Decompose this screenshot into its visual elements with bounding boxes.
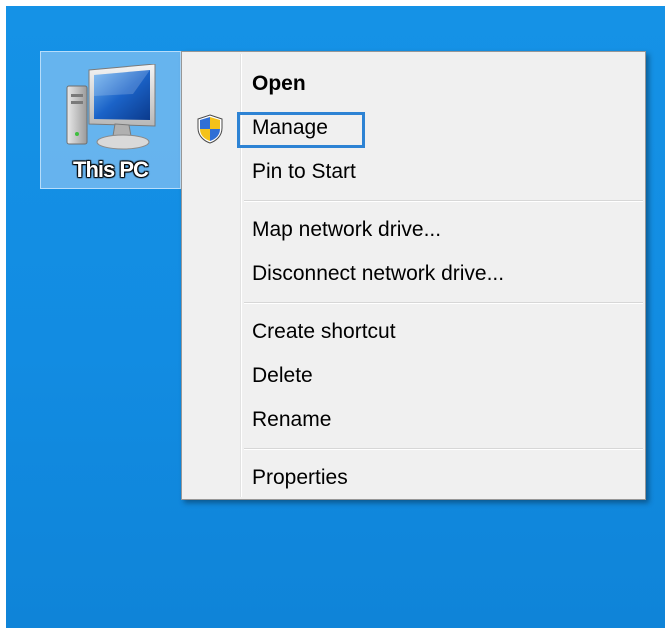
menu-item-label: Map network drive... bbox=[252, 218, 442, 241]
menu-item-delete[interactable]: Delete bbox=[184, 357, 643, 397]
menu-item-label: Pin to Start bbox=[252, 160, 356, 183]
desktop-icon-label: This PC bbox=[73, 157, 149, 182]
context-menu: Open Manage Pin to Start Map network dri… bbox=[181, 51, 646, 500]
menu-item-pin-to-start[interactable]: Pin to Start bbox=[184, 153, 643, 193]
menu-item-label: Delete bbox=[252, 364, 313, 387]
menu-item-label: Properties bbox=[252, 466, 348, 489]
manage-highlight-box bbox=[237, 112, 365, 148]
menu-item-disconnect-network-drive[interactable]: Disconnect network drive... bbox=[184, 255, 643, 295]
menu-separator bbox=[244, 448, 643, 450]
menu-item-label: Create shortcut bbox=[252, 320, 396, 343]
menu-item-create-shortcut[interactable]: Create shortcut bbox=[184, 313, 643, 353]
uac-shield-icon bbox=[197, 114, 223, 144]
menu-item-properties[interactable]: Properties bbox=[184, 459, 643, 499]
this-pc-desktop-icon[interactable]: This PC bbox=[40, 51, 181, 189]
menu-item-label: Disconnect network drive... bbox=[252, 262, 505, 285]
menu-separator bbox=[244, 200, 643, 202]
menu-item-label: Rename bbox=[252, 408, 332, 431]
computer-monitor-icon bbox=[66, 64, 156, 150]
desktop: This PC Open Manage Pin to Start Map net… bbox=[6, 6, 665, 628]
menu-item-open[interactable]: Open bbox=[184, 65, 643, 105]
menu-item-map-network-drive[interactable]: Map network drive... bbox=[184, 211, 643, 251]
menu-separator bbox=[244, 302, 643, 304]
menu-item-label: Open bbox=[252, 72, 306, 95]
menu-item-rename[interactable]: Rename bbox=[184, 401, 643, 441]
